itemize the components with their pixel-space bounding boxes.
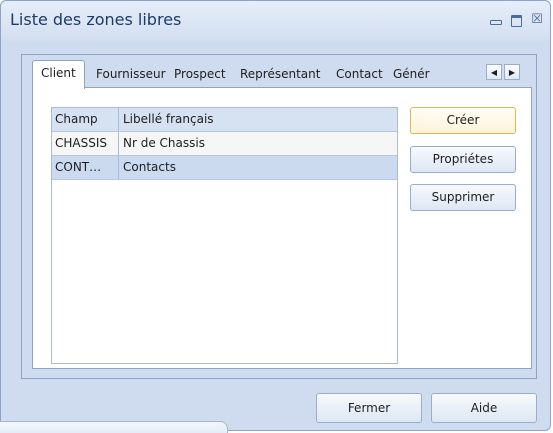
- title-bar[interactable]: Liste des zones libres ☒: [1, 1, 550, 41]
- table-row[interactable]: CHASSIS Nr de Chassis: [52, 132, 397, 156]
- properties-button[interactable]: Propriétes: [410, 146, 516, 173]
- tab-fournisseur[interactable]: Fournisseur: [94, 62, 168, 87]
- tab-scroll-left-icon[interactable]: ◀: [486, 64, 502, 80]
- help-button[interactable]: Aide: [431, 393, 537, 423]
- create-button[interactable]: Créer: [410, 107, 516, 134]
- tab-general[interactable]: Génér: [391, 62, 433, 87]
- fields-grid[interactable]: Champ Libellé français CHASSIS Nr de Cha…: [51, 107, 398, 364]
- column-header-libelle[interactable]: Libellé français: [119, 108, 397, 131]
- cell-libelle: Nr de Chassis: [123, 136, 205, 150]
- minimize-icon[interactable]: [487, 12, 503, 28]
- close-button[interactable]: Fermer: [316, 393, 422, 423]
- background-window-edge: [0, 421, 228, 433]
- window-title: Liste des zones libres: [10, 10, 182, 29]
- delete-button[interactable]: Supprimer: [410, 184, 516, 211]
- cell-champ: CONT…: [52, 156, 119, 179]
- cell-libelle: Contacts: [123, 160, 176, 174]
- table-row-selected[interactable]: CONT… Contacts: [52, 156, 397, 180]
- tab-scroll-right-icon[interactable]: ▶: [504, 64, 520, 80]
- column-header-champ[interactable]: Champ: [52, 108, 119, 131]
- grid-header: Champ Libellé français: [52, 108, 397, 132]
- tab-strip: Client Fournisseur Prospect Représentant…: [32, 60, 532, 89]
- cell-champ: CHASSIS: [52, 132, 119, 155]
- tab-contact[interactable]: Contact: [334, 62, 385, 87]
- tab-prospect[interactable]: Prospect: [172, 62, 228, 87]
- tab-representant[interactable]: Représentant: [238, 62, 322, 87]
- maximize-icon[interactable]: [508, 12, 524, 28]
- tab-client[interactable]: Client: [32, 60, 85, 89]
- close-icon[interactable]: ☒: [529, 12, 545, 28]
- tab-content-client: Champ Libellé français CHASSIS Nr de Cha…: [32, 87, 532, 369]
